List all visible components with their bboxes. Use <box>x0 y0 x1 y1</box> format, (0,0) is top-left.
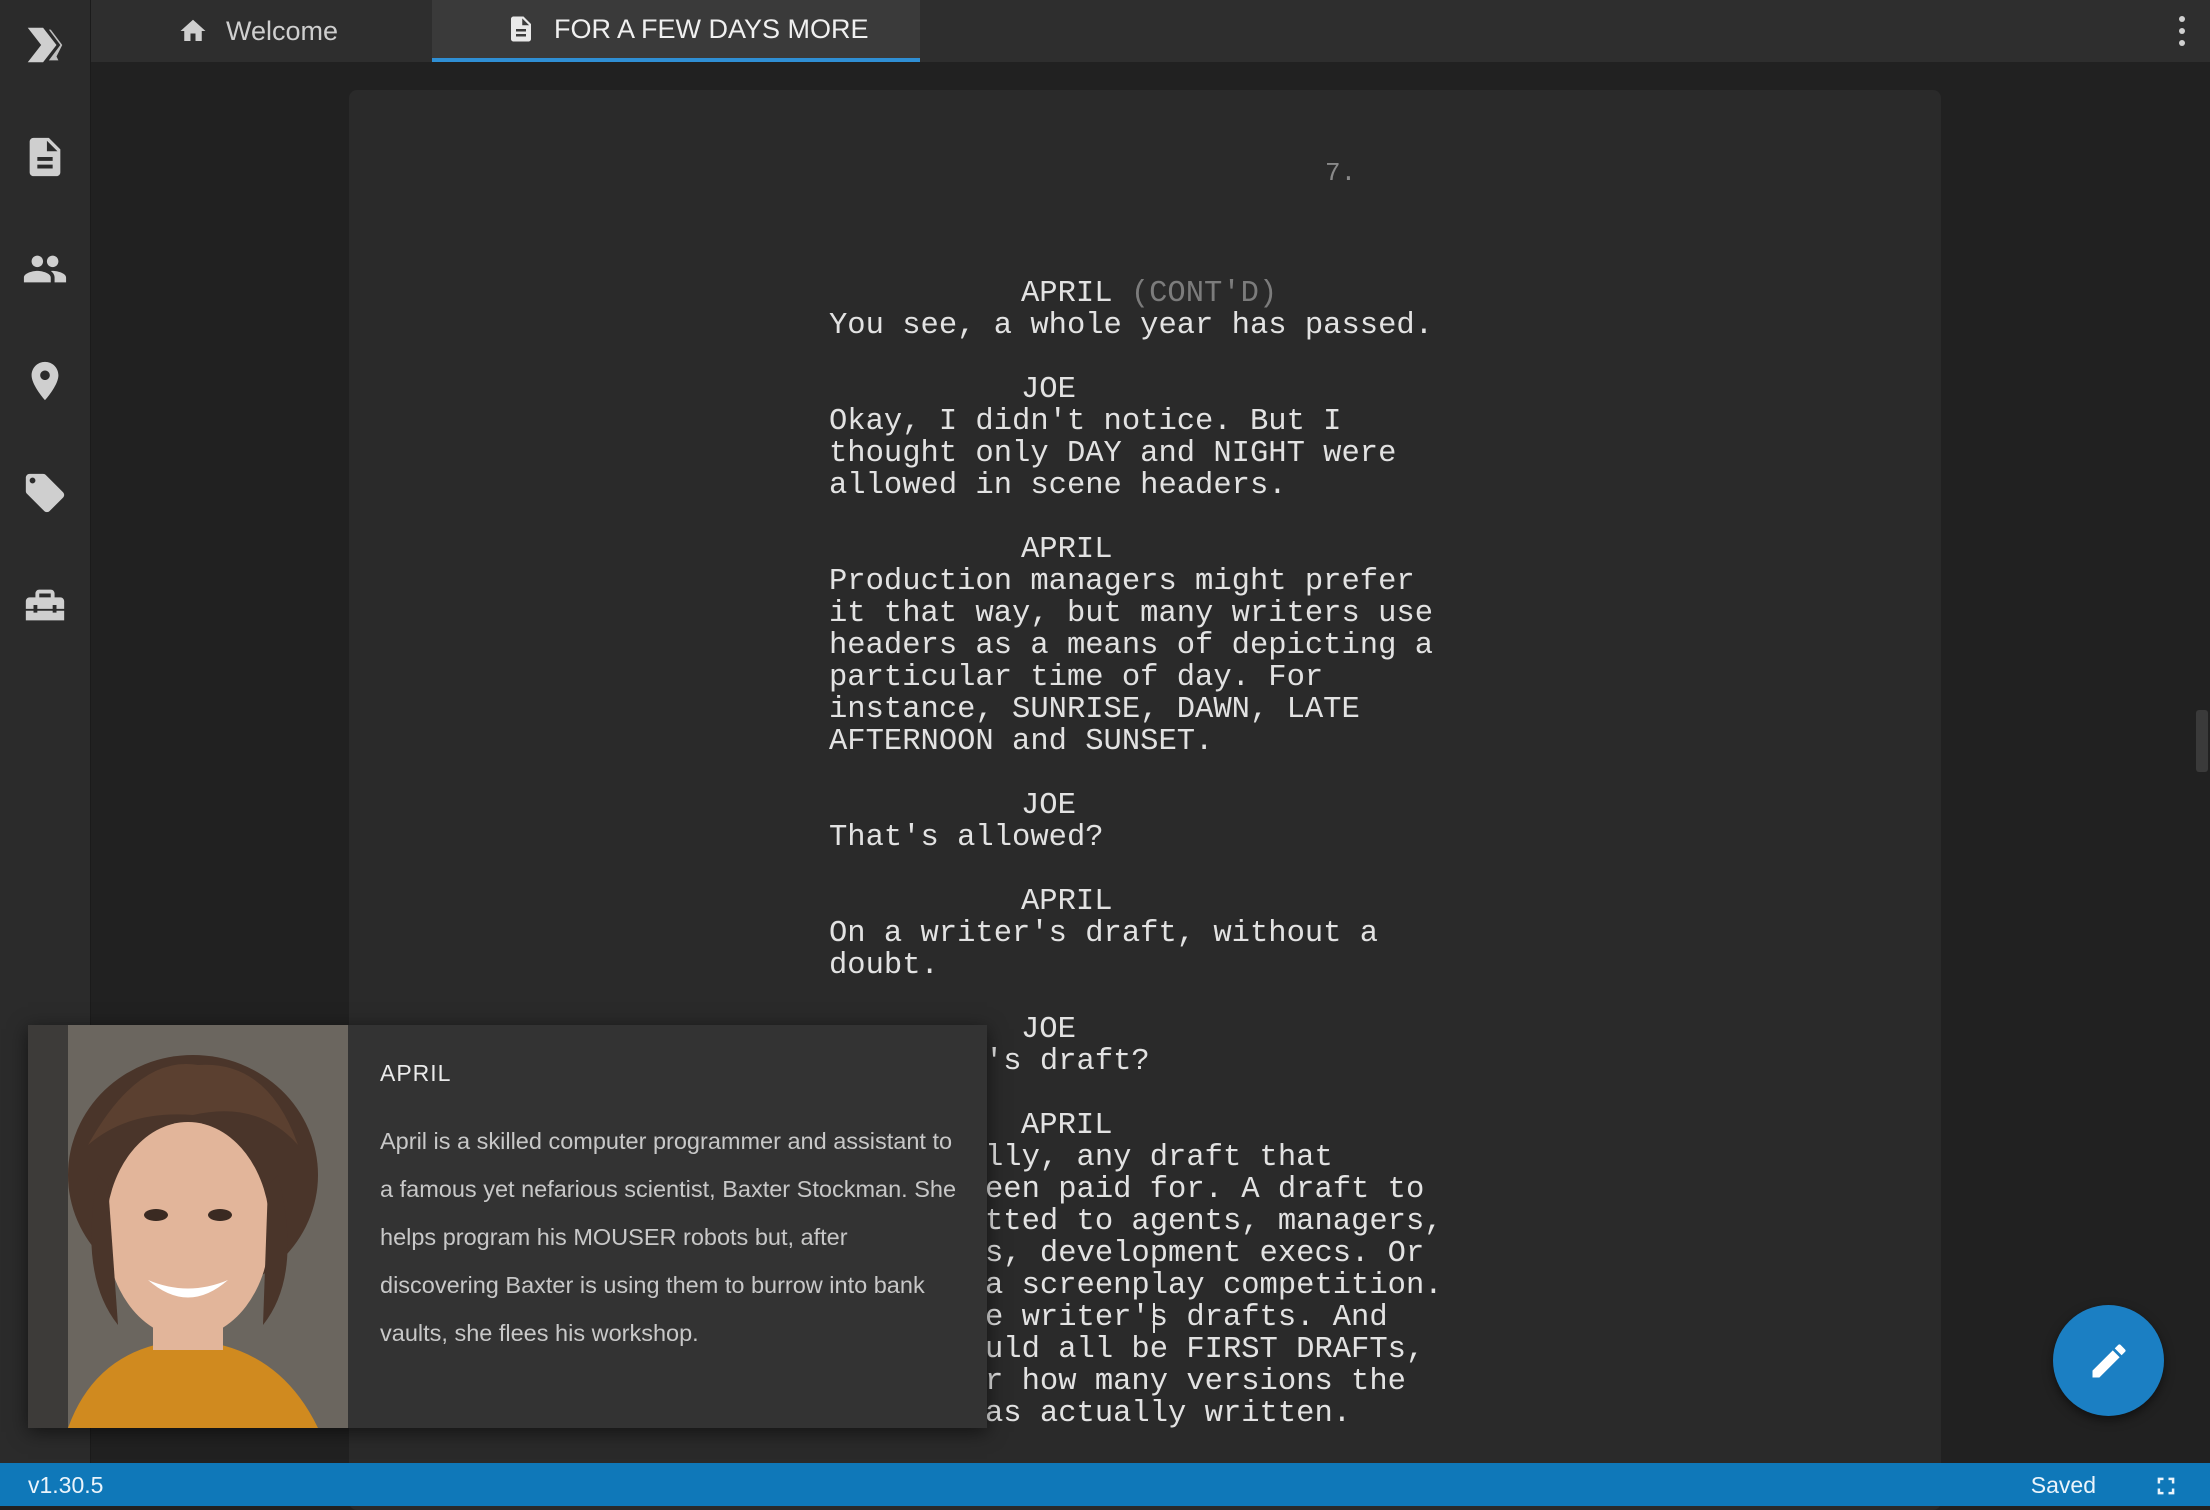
dialogue-line[interactable]: That's allowed? <box>829 822 1104 854</box>
dialogue-line[interactable]: 's draft? <box>985 1046 1150 1078</box>
pencil-icon <box>2092 1343 2126 1377</box>
dialogue-line[interactable]: it that way, but many writers use <box>829 598 1433 630</box>
tag-icon[interactable] <box>0 448 90 538</box>
dialogue-line[interactable]: lly, any draft that <box>985 1142 1333 1174</box>
tab-script[interactable]: FOR A FEW DAYS MORE <box>432 0 920 62</box>
people-icon[interactable] <box>0 224 90 314</box>
dialogue-line[interactable]: On a writer's draft, without a <box>829 918 1378 950</box>
dialogue-line[interactable]: You see, a whole year has passed. <box>829 310 1433 342</box>
fullscreen-icon[interactable] <box>2156 1476 2176 1496</box>
character-cue[interactable]: APRIL <box>1021 886 1113 918</box>
dialogue-line[interactable]: headers as a means of depicting a <box>829 630 1433 662</box>
logo-icon[interactable] <box>0 0 90 90</box>
character-cue[interactable]: APRIL <box>1021 534 1113 566</box>
status-bar: v1.30.5 Saved <box>0 1463 2210 1506</box>
home-icon <box>180 19 206 41</box>
dialogue-line[interactable]: thought only DAY and NIGHT were <box>829 438 1396 470</box>
tab-bar: Welcome FOR A FEW DAYS MORE <box>91 0 2210 62</box>
character-card: APRIL April is a skilled computer progra… <box>28 1025 987 1428</box>
document-icon <box>511 16 531 42</box>
dialogue-line[interactable]: e writer's drafts. And <box>985 1302 1388 1334</box>
text-cursor <box>1153 1303 1155 1333</box>
tab-label: Welcome <box>226 15 339 46</box>
character-cue[interactable]: JOE <box>1021 374 1076 406</box>
character-description: April is a skilled computer programmer a… <box>380 1128 957 1346</box>
dialogue-line[interactable]: instance, SUNRISE, DAWN, LATE <box>829 694 1360 726</box>
dialogue-line[interactable]: AFTERNOON and SUNSET. <box>829 726 1213 758</box>
save-status: Saved <box>2030 1472 2096 1498</box>
character-cue[interactable]: JOE <box>1021 1014 1076 1046</box>
dialogue-line[interactable]: uld all be FIRST DRAFTs, <box>985 1334 1424 1366</box>
dialogue-line[interactable]: particular time of day. For <box>829 662 1323 694</box>
dialogue-line[interactable]: Okay, I didn't notice. But I <box>829 406 1341 438</box>
tab-label: FOR A FEW DAYS MORE <box>554 13 869 44</box>
dialogue-line[interactable]: Production managers might prefer <box>829 566 1415 598</box>
page-number: 7. <box>1325 158 1357 188</box>
scrollbar-thumb[interactable] <box>2196 710 2208 772</box>
edit-button[interactable] <box>2053 1305 2164 1416</box>
more-options-icon[interactable] <box>2174 14 2190 48</box>
character-cue[interactable]: APRIL (CONT'D) <box>1021 278 1277 310</box>
character-cue[interactable]: APRIL <box>1021 1110 1113 1142</box>
cue-extension: (CONT'D) <box>1130 277 1278 311</box>
dialogue-line[interactable]: a screenplay competition. <box>985 1270 1443 1302</box>
dialogue-line[interactable]: as actually written. <box>985 1398 1351 1430</box>
toolbox-icon[interactable] <box>0 560 90 650</box>
character-cue[interactable]: JOE <box>1021 790 1076 822</box>
dialogue-line[interactable]: doubt. <box>829 950 939 982</box>
version-label: v1.30.5 <box>28 1472 104 1498</box>
location-pin-icon[interactable] <box>0 336 90 426</box>
document-icon[interactable] <box>0 112 90 202</box>
dialogue-line[interactable]: r how many versions the <box>985 1366 1406 1398</box>
dialogue-line[interactable]: s, development execs. Or <box>985 1238 1424 1270</box>
dialogue-line[interactable]: een paid for. A draft to <box>985 1174 1424 1206</box>
character-photo <box>28 1025 348 1428</box>
character-name: APRIL <box>380 1060 452 1086</box>
dialogue-line[interactable]: allowed in scene headers. <box>829 470 1287 502</box>
dialogue-line[interactable]: tted to agents, managers, <box>985 1206 1443 1238</box>
